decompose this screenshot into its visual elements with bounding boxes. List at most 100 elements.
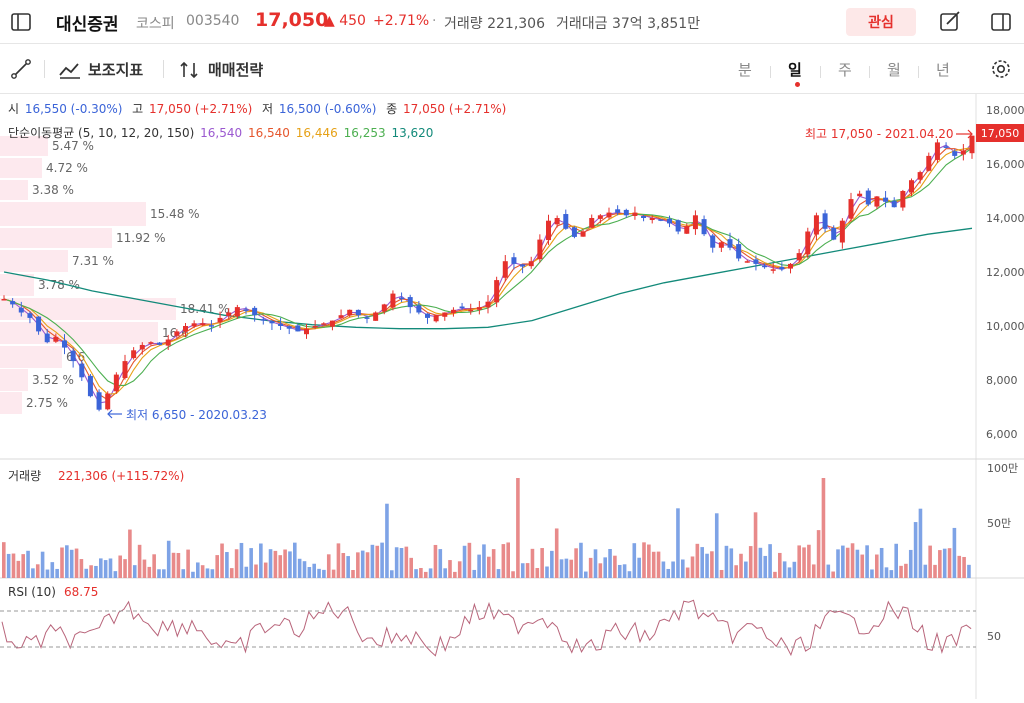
indicator-button[interactable]: 보조지표 <box>58 59 143 80</box>
volume-bar <box>816 530 821 578</box>
volume-bar <box>2 542 6 578</box>
candle-body <box>900 191 906 208</box>
volume-bar <box>802 547 806 578</box>
chart-area[interactable]: 5.47 % 4.72 % 3.38 % 15.48 % 11.92 % 7.31 % 3.… <box>0 94 1024 699</box>
volume-bar <box>642 542 646 578</box>
candle-body <box>53 336 59 342</box>
price-chart-svg[interactable]: 5.47 % 4.72 % 3.38 % 15.48 % 11.92 %7.31 % 3.… <box>0 94 1024 699</box>
volume-bar <box>132 565 137 578</box>
candle-body <box>18 307 24 313</box>
volume-bar <box>782 561 787 578</box>
candle-body <box>295 325 301 332</box>
volume-bar <box>967 564 971 578</box>
candle-body <box>286 326 292 329</box>
ma-20-value: 16,253 <box>343 126 386 140</box>
volume-bar <box>99 558 103 578</box>
candle-body <box>649 218 655 221</box>
candle-body <box>727 239 733 248</box>
volume-bar <box>65 545 69 578</box>
volume-bar <box>928 545 932 578</box>
period-day-tab[interactable]: 일 <box>788 59 802 80</box>
candle-body <box>891 200 897 208</box>
volume-bar <box>496 569 501 578</box>
volume-bar <box>157 569 161 578</box>
strategy-button[interactable]: 매매전략 <box>178 59 263 80</box>
candle-body <box>139 344 145 350</box>
volume-bar <box>860 554 865 578</box>
volume-bar <box>574 548 578 578</box>
indicator-label: 보조지표 <box>88 61 144 79</box>
ohlc-info: 시 16,550 (-0.30%) 고 17,050 (+2.71%) 저 16… <box>8 100 508 117</box>
drawing-tool-icon[interactable] <box>10 58 32 80</box>
candle-body <box>226 312 232 316</box>
candle-body <box>425 313 430 318</box>
candle-body <box>217 317 223 323</box>
period-week-tab[interactable]: 주 <box>838 59 852 80</box>
ma-10-value: 16,540 <box>247 126 290 140</box>
volume-bar <box>559 559 564 578</box>
volume-bar <box>103 560 108 578</box>
candle-body <box>762 265 768 268</box>
candle-body <box>321 323 327 325</box>
volume-bar <box>807 544 811 578</box>
candle-body <box>718 242 724 248</box>
volume-bar <box>162 569 166 578</box>
candle-body <box>788 263 793 269</box>
sidebar-toggle-icon[interactable] <box>10 11 32 33</box>
volume-bar <box>283 549 287 578</box>
volume-bar <box>229 568 234 578</box>
volume-bar <box>259 543 263 578</box>
low-value: 16,500 (-0.60%) <box>278 102 377 116</box>
volume-value: 221,306 <box>487 16 545 32</box>
volume-bar <box>317 568 321 578</box>
favorite-button[interactable]: 관심 <box>846 8 916 36</box>
volume-bar <box>268 549 273 578</box>
candle-body <box>252 307 258 316</box>
volume-profile-label: 3.78 % <box>38 278 80 292</box>
period-month-tab[interactable]: 월 <box>887 59 901 80</box>
volume-bar <box>181 569 186 578</box>
candle-body <box>347 309 353 316</box>
volume-bar <box>850 543 855 578</box>
candle-body <box>615 209 621 213</box>
buy-sell-arrows-icon <box>180 61 198 78</box>
period-minute-tab[interactable]: 분 <box>738 59 752 80</box>
candle-body <box>442 312 448 317</box>
candle-body <box>105 393 111 410</box>
volume-bar <box>724 545 729 578</box>
candle-body <box>96 392 102 410</box>
candle-body <box>563 214 569 229</box>
volume-bar <box>831 571 835 578</box>
volume-bar <box>705 553 709 578</box>
close-value: 17,050 (+2.71%) <box>403 102 507 116</box>
volume-bar <box>904 563 908 578</box>
layout-panel-icon[interactable] <box>990 11 1012 33</box>
volume-bar <box>428 568 433 578</box>
volume-profile-bar <box>0 180 28 200</box>
volume-bar <box>564 558 569 578</box>
volume-bar <box>263 562 268 578</box>
volume-bar <box>865 545 869 578</box>
candle-body <box>260 319 266 321</box>
period-year-tab[interactable]: 년 <box>936 59 950 80</box>
edit-icon[interactable] <box>938 10 962 34</box>
candle-body <box>744 261 750 263</box>
volume-profile-label: 2.75 % <box>26 396 68 410</box>
settings-gear-icon[interactable] <box>990 58 1012 80</box>
volume-bar <box>778 552 782 578</box>
stock-market: 코스피 <box>136 16 175 32</box>
volume-bar <box>457 561 462 578</box>
volume-bar <box>419 567 423 578</box>
volume-bar <box>535 567 540 578</box>
candle-body <box>87 375 93 397</box>
candle-body <box>165 339 171 346</box>
volume-bar <box>957 555 962 578</box>
candle-body <box>27 313 33 318</box>
volume-bar <box>545 566 549 578</box>
rsi-panel-value: 68.75 <box>64 585 98 599</box>
candle-body <box>390 293 396 308</box>
volume-bar <box>443 568 447 578</box>
candle-body <box>433 315 439 322</box>
volume-bar <box>656 551 661 578</box>
open-value: 16,550 (-0.30%) <box>24 102 123 116</box>
